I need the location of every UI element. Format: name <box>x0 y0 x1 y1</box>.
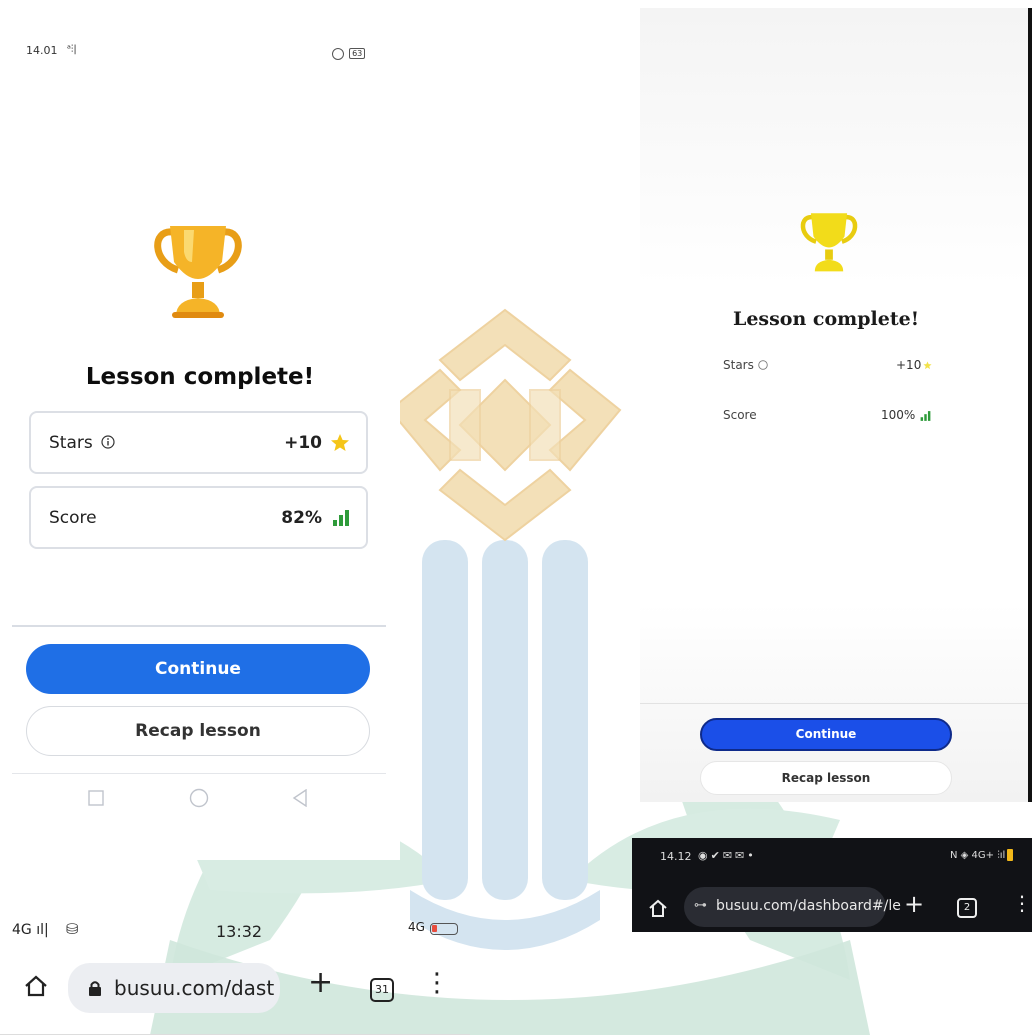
home-icon[interactable] <box>24 975 48 997</box>
nav-divider <box>12 773 386 774</box>
info-icon[interactable] <box>101 434 115 449</box>
stars-value: +10 <box>896 358 922 372</box>
trophy-icon <box>154 226 242 318</box>
status-network: 4G ıl| <box>12 922 49 938</box>
status-network-right: 4G <box>408 920 425 934</box>
device-edge <box>1028 8 1032 802</box>
plus-icon[interactable]: + <box>904 890 924 918</box>
status-time: 14.12 <box>660 850 692 863</box>
lesson-complete-screen-b: Lesson complete! Stars +10 Score 100% Co… <box>640 8 1032 802</box>
battery-indicator: 63 <box>332 43 366 62</box>
notification-icons: ◉✔✉✉• <box>698 849 757 862</box>
stars-value: +10 <box>284 432 322 453</box>
star-icon <box>331 433 349 451</box>
browser-bar-dark: 14.12 ◉✔✉✉• N ◈ 4G+ ⫶ıl ⊶ busuu.com/dash… <box>632 838 1032 932</box>
stars-card: Stars +10 <box>29 411 368 474</box>
page-title: Lesson complete! <box>85 364 315 390</box>
score-label: Score <box>49 507 97 528</box>
square-nav-icon[interactable] <box>88 790 104 806</box>
browser-bar-light: 4G ıl| ⛁ 13:32 4G busuu.com/dast + 31 ⋮ <box>0 912 480 1036</box>
circle-nav-icon[interactable] <box>189 788 209 808</box>
url-text[interactable]: busuu.com/dashboard#/le <box>716 898 901 914</box>
back-nav-icon[interactable] <box>292 789 308 807</box>
recap-lesson-button[interactable]: Recap lesson <box>26 706 370 756</box>
plus-icon[interactable]: + <box>308 968 333 998</box>
battery-icon <box>430 923 458 935</box>
status-network: N ◈ 4G+ ⫶ıl <box>950 850 1006 861</box>
continue-button[interactable]: Continue <box>26 644 370 694</box>
url-text[interactable]: busuu.com/dast <box>114 976 274 1000</box>
page-title: Lesson complete! <box>732 308 920 330</box>
info-icon[interactable] <box>757 360 768 370</box>
site-settings-icon[interactable]: ⊶ <box>694 898 707 913</box>
status-time: 14.01 <box>26 44 58 57</box>
star-icon <box>923 361 932 370</box>
score-label: Score <box>723 408 757 422</box>
continue-button[interactable]: Continue <box>700 718 952 751</box>
recap-lesson-button[interactable]: Recap lesson <box>700 761 952 795</box>
battery-icon <box>1007 849 1013 861</box>
more-icon[interactable]: ⋮ <box>1012 893 1032 913</box>
url-bar[interactable]: busuu.com/dast <box>68 963 280 1013</box>
signal-bars-icon <box>920 411 931 421</box>
lesson-complete-screen-a: 14.01 ᵃ⫶| 63 Lesson complete! Stars +10 … <box>0 0 400 860</box>
stars-label: Stars <box>723 358 768 372</box>
lock-icon <box>89 981 101 996</box>
signal-bars-icon <box>333 509 349 526</box>
url-bar[interactable]: ⊶ busuu.com/dashboard#/le <box>684 887 901 927</box>
score-value: 100% <box>881 408 916 422</box>
signal-icon: ᵃ⫶| <box>67 44 77 55</box>
tabs-icon[interactable]: 2 <box>957 898 977 918</box>
more-icon[interactable]: ⋮ <box>424 970 450 996</box>
trophy-icon <box>800 213 858 272</box>
score-value: 82% <box>281 507 322 528</box>
divider <box>640 703 1032 704</box>
stars-label: Stars <box>49 433 115 453</box>
score-card: Score 82% <box>29 486 368 549</box>
home-icon[interactable] <box>648 898 668 918</box>
divider <box>0 1034 470 1035</box>
tabs-icon[interactable]: 31 <box>370 978 394 1002</box>
divider <box>12 625 386 627</box>
status-time: 13:32 <box>216 922 263 941</box>
sim-icon: ⛁ <box>66 920 79 938</box>
